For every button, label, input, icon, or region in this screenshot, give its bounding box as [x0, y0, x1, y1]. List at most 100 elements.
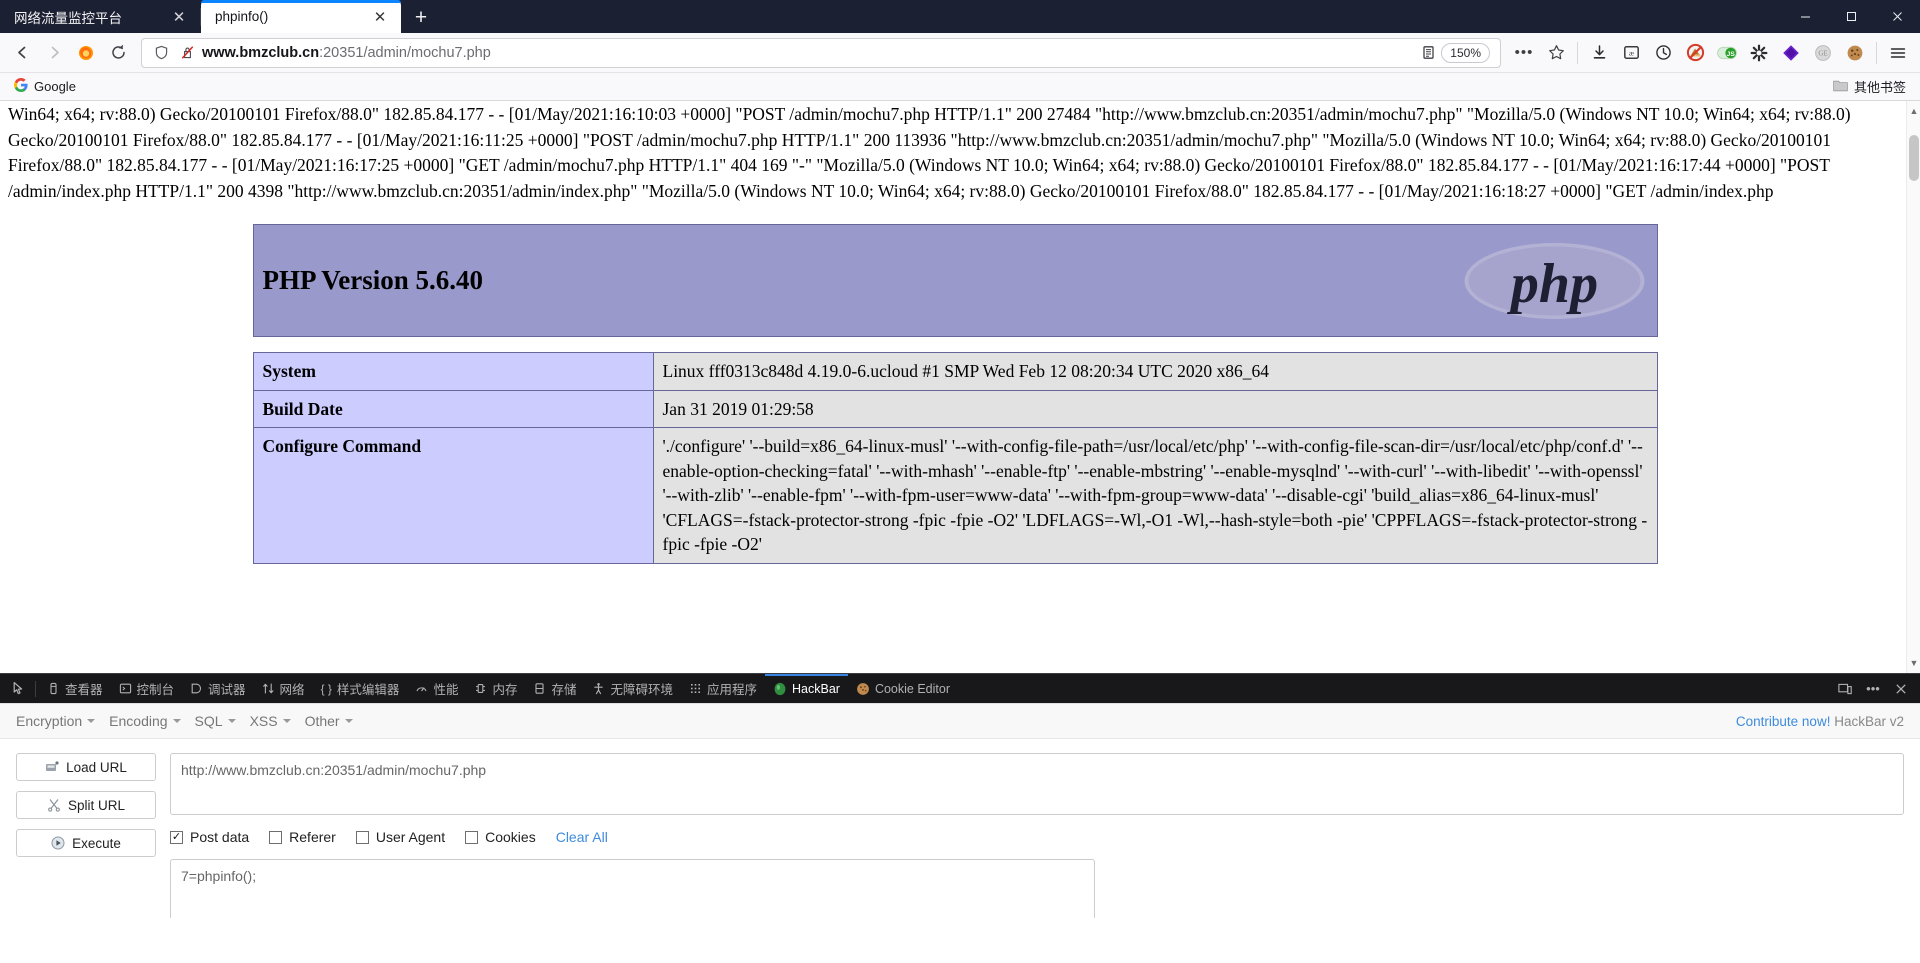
adblock-extension-icon[interactable]	[1679, 37, 1711, 69]
devtools-tab-cookie-editor[interactable]: Cookie Editor	[848, 674, 958, 704]
scroll-down-arrow-icon[interactable]: ▼	[1907, 655, 1920, 671]
tab-close-icon[interactable]: ✕	[168, 6, 190, 28]
checkbox-box[interactable]	[355, 830, 369, 844]
phpinfo-header: PHP Version 5.6.40 php	[252, 224, 1658, 337]
tab-title: 网络流量监控平台	[14, 10, 122, 26]
downloads-icon[interactable]	[1583, 37, 1615, 69]
toolbar-divider-2	[1876, 41, 1877, 64]
access-log-text: Win64; x64; rv:88.0) Gecko/20100101 Fire…	[8, 104, 1851, 201]
permissions-lock-disabled-icon[interactable]	[174, 42, 200, 64]
browser-tab-strip: 网络流量监控平台 ✕ phpinfo() ✕ +	[0, 0, 1920, 33]
checkbox-box[interactable]	[465, 830, 479, 844]
devtools-tab-debugger[interactable]: 调试器	[182, 674, 254, 704]
checkbox-label: Cookies	[485, 829, 536, 845]
devtools-tab-memory[interactable]: 内存	[466, 674, 525, 704]
settings-gear-extension-icon[interactable]	[1743, 37, 1775, 69]
devtools-divider	[35, 680, 36, 697]
hackbar-menu-sql[interactable]: SQL	[195, 713, 250, 729]
hackbar-menu-xss[interactable]: XSS	[250, 713, 305, 729]
debugger-icon	[191, 683, 201, 694]
phpinfo-block: PHP Version 5.6.40 php System Linux fff0…	[252, 224, 1658, 564]
hackbar-menu-encryption[interactable]: Encryption	[16, 713, 109, 729]
devtools-tab-application[interactable]: 应用程序	[681, 674, 765, 704]
back-button[interactable]	[6, 37, 38, 69]
url-input[interactable]	[170, 753, 1904, 815]
checkbox-user-agent[interactable]: User Agent	[355, 829, 445, 845]
browser-tab-2[interactable]: phpinfo() ✕	[201, 0, 401, 33]
bookmark-star-icon[interactable]	[1540, 37, 1572, 69]
page-actions-button[interactable]: •••	[1508, 37, 1540, 69]
shield-icon[interactable]	[148, 42, 174, 64]
bookmark-label: Google	[34, 79, 76, 94]
svg-text:php: php	[1506, 253, 1597, 315]
style-editor-icon: { }	[320, 681, 332, 696]
responsive-design-icon[interactable]	[1832, 676, 1858, 702]
devtools-tab-accessibility[interactable]: 无障碍环境	[584, 674, 681, 704]
checkbox-post-data[interactable]: ✓ Post data	[170, 829, 249, 845]
hackbar-menu-other[interactable]: Other	[305, 713, 367, 729]
table-cell-value: './configure' '--build=x86_64-linux-musl…	[652, 427, 1658, 564]
address-bar-url: www.bmzclub.cn:20351/admin/mochu7.php	[202, 44, 491, 61]
browser-tab-1[interactable]: 网络流量监控平台 ✕	[0, 0, 200, 33]
scroll-up-arrow-icon[interactable]: ▲	[1907, 103, 1920, 119]
network-icon	[262, 683, 273, 694]
svg-text:GE: GE	[1818, 49, 1827, 57]
cookie-editor-extension-icon[interactable]	[1839, 37, 1871, 69]
translate-extension-icon[interactable]: æ	[1615, 37, 1647, 69]
bookmark-item-google[interactable]: Google	[8, 76, 82, 97]
close-devtools-icon[interactable]	[1888, 676, 1914, 702]
devtools-tab-network[interactable]: 网络	[254, 674, 313, 704]
zoom-level-indicator[interactable]: 150%	[1441, 42, 1490, 63]
checkbox-box[interactable]	[269, 830, 283, 844]
tab-label: 内存	[492, 683, 518, 697]
phpinfo-table: System Linux fff0313c848d 4.19.0-6.uclou…	[252, 352, 1658, 564]
page-scrollbar[interactable]: ▲ ▼	[1906, 101, 1920, 673]
reload-button[interactable]	[102, 37, 134, 69]
checkbox-box[interactable]: ✓	[170, 830, 183, 844]
checkbox-cookies[interactable]: Cookies	[465, 829, 536, 845]
clear-all-link[interactable]: Clear All	[556, 829, 608, 845]
tab-label: 性能	[433, 683, 459, 697]
execute-button[interactable]: Execute	[16, 829, 156, 857]
devtools-tab-performance[interactable]: 性能	[407, 674, 466, 704]
address-bar[interactable]: www.bmzclub.cn:20351/admin/mochu7.php 15…	[141, 37, 1501, 68]
tab-label: 样式编辑器	[336, 683, 400, 697]
devtools-tab-inspector[interactable]: 查看器	[39, 674, 111, 704]
console-icon	[119, 683, 131, 694]
meatball-menu-icon[interactable]: •••	[1860, 676, 1886, 702]
contribute-link[interactable]: Contribute now!	[1736, 714, 1831, 729]
app-menu-button[interactable]	[1882, 37, 1914, 69]
tab-label: 应用程序	[707, 683, 758, 697]
element-picker-icon[interactable]	[4, 676, 32, 702]
tab-close-icon[interactable]: ✕	[369, 6, 391, 28]
maximize-button[interactable]	[1828, 0, 1874, 33]
devtools-tab-style-editor[interactable]: { } 样式编辑器	[313, 674, 408, 704]
firefox-account-button[interactable]	[70, 37, 102, 69]
php-version-title: PHP Version 5.6.40	[262, 265, 484, 295]
devtools-tab-storage[interactable]: 存储	[525, 674, 584, 704]
scrollbar-thumb[interactable]	[1909, 135, 1919, 181]
load-url-button[interactable]: Load URL	[16, 753, 156, 781]
devtools-tab-console[interactable]: 控制台	[111, 674, 183, 704]
minimize-button[interactable]	[1782, 0, 1828, 33]
close-window-button[interactable]	[1874, 0, 1920, 33]
folder-icon	[1833, 79, 1848, 95]
grayscale-extension-icon[interactable]: GE	[1807, 37, 1839, 69]
reader-view-icon[interactable]	[1415, 42, 1441, 64]
post-data-input[interactable]	[170, 859, 1095, 918]
new-tab-button[interactable]: +	[405, 3, 437, 33]
history-clock-icon[interactable]	[1647, 37, 1679, 69]
hackbar-panel: Encryption Encoding SQL XSS Other Contri…	[0, 703, 1920, 918]
split-url-button[interactable]: Split URL	[16, 791, 156, 819]
forward-button[interactable]	[38, 37, 70, 69]
checkbox-referer[interactable]: Referer	[269, 829, 336, 845]
hackbar-menu-encoding[interactable]: Encoding	[109, 713, 194, 729]
javascript-toggle-extension-icon[interactable]: JS	[1711, 37, 1743, 69]
storage-icon	[535, 683, 545, 694]
devtools-toolbar: 查看器 控制台 调试器 网络 { } 样式编辑器 性能 内存 存储 无障碍环境 …	[0, 673, 1920, 703]
devtools-tab-hackbar[interactable]: HackBar	[765, 673, 848, 704]
hackbar-options-row: ✓ Post data Referer User Agent Cookies C…	[170, 829, 1904, 845]
other-bookmarks-button[interactable]: 其他书签	[1833, 77, 1912, 96]
devtools-toolbar-right: •••	[1832, 676, 1920, 702]
purple-diamond-extension-icon[interactable]	[1775, 37, 1807, 69]
